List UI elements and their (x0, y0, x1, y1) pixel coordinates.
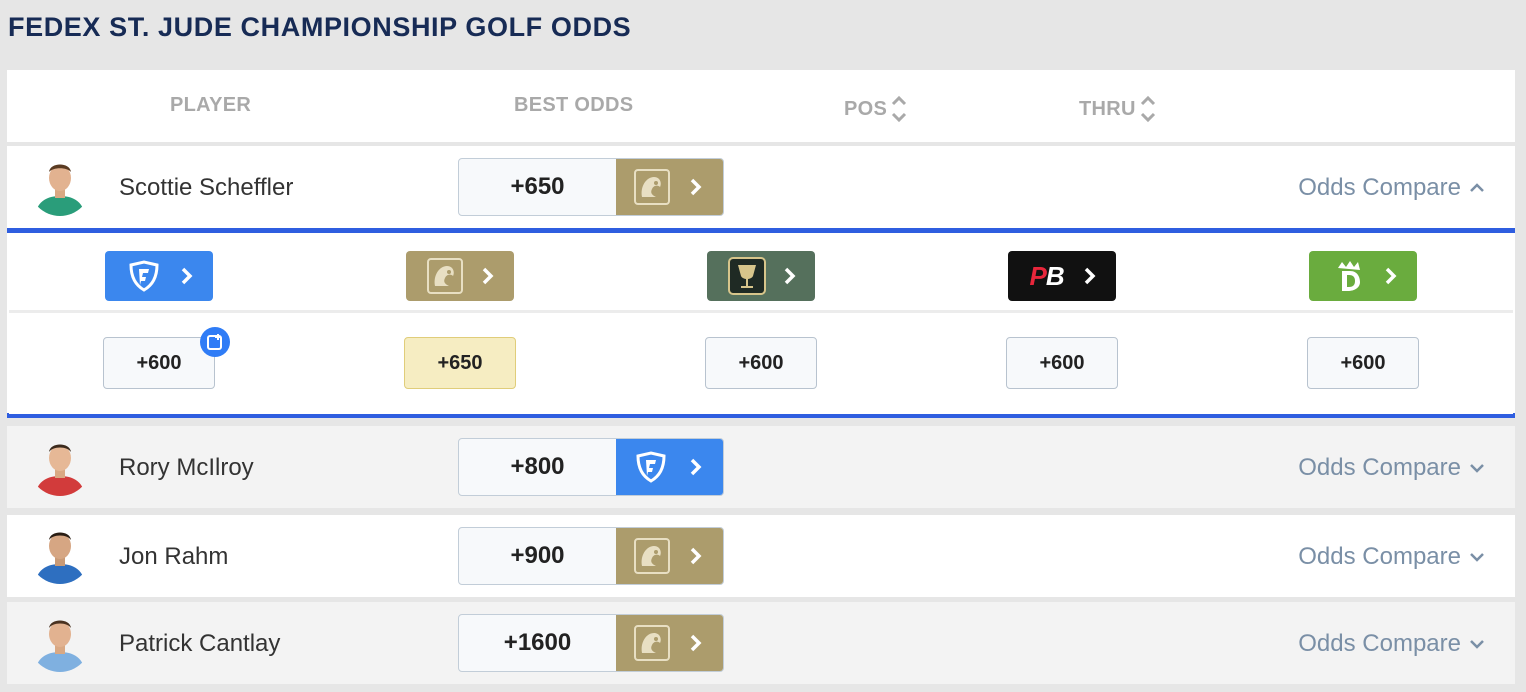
odds-compare-toggle[interactable]: Odds Compare (1298, 630, 1485, 658)
betmgm-book-link[interactable] (616, 615, 723, 671)
player-row[interactable]: Jon Rahm +900 Odds Compare (7, 515, 1515, 597)
chevron-right-icon (181, 267, 192, 285)
best-odds-value: +1600 (503, 629, 572, 656)
pointsbet-logo-icon: PB (1029, 260, 1064, 291)
best-odds-header-label: BEST ODDS (514, 94, 634, 116)
player-name[interactable]: Jon Rahm (119, 543, 228, 571)
add-bet-icon[interactable] (200, 327, 230, 357)
betmgm-lion-icon (633, 538, 670, 574)
chevron-right-icon (691, 178, 702, 196)
avatar (29, 154, 91, 216)
best-odds-value: +800 (510, 453, 565, 480)
odds-compare-toggle[interactable]: Odds Compare (1298, 174, 1485, 202)
draftkings-book-button[interactable] (1309, 251, 1417, 301)
odds-table: PLAYER BEST ODDS POS THRU Scottie Scheff… (7, 70, 1515, 692)
price-row: +600 +650 +600 +600 +600 (9, 316, 1513, 414)
sportsbook-row: PB (9, 235, 1513, 313)
player-row[interactable]: Scottie Scheffler +650 Odds Compare (7, 146, 1515, 228)
player-column-header: PLAYER (170, 94, 251, 117)
odds-compare-label: Odds Compare (1298, 630, 1461, 657)
avatar (29, 522, 91, 584)
odds-compare-label: Odds Compare (1298, 174, 1461, 201)
betmgm-lion-icon (633, 625, 670, 661)
pointsbet-price-button[interactable]: +600 (1006, 337, 1118, 389)
player-header-label: PLAYER (170, 94, 252, 116)
page-title: FEDEX ST. JUDE CHAMPIONSHIP GOLF ODDS (8, 12, 632, 42)
fanduel-shield-icon (636, 451, 666, 483)
caesars-goblet-icon (728, 257, 766, 295)
player-name[interactable]: Patrick Cantlay (119, 630, 280, 658)
odds-compare-label: Odds Compare (1298, 543, 1461, 570)
avatar (29, 434, 91, 496)
best-odds-button[interactable]: +900 (458, 527, 724, 585)
best-odds-column-header: BEST ODDS (514, 94, 633, 117)
chevron-down-icon (1470, 464, 1484, 473)
best-odds-value: +900 (510, 542, 565, 569)
fanduel-book-button[interactable] (105, 251, 213, 301)
chevron-right-icon (691, 547, 702, 565)
odds-compare-panel: PB +600 +650 +600 +600 +600 (7, 228, 1515, 418)
caesars-book-button[interactable] (707, 251, 815, 301)
betmgm-book-button[interactable] (406, 251, 514, 301)
chevron-right-icon (1084, 267, 1096, 285)
chevron-up-icon (1470, 183, 1484, 192)
chevron-down-icon (1470, 640, 1484, 649)
fanduel-book-link[interactable] (616, 439, 723, 495)
betmgm-lion-icon (633, 169, 670, 205)
draftkings-crown-icon (1338, 261, 1360, 291)
chevron-right-icon (691, 634, 702, 652)
fanduel-price-button[interactable]: +600 (103, 337, 215, 389)
thru-header-label: THRU (1079, 97, 1136, 120)
chevron-right-icon (690, 458, 702, 476)
pos-column-header[interactable]: POS (844, 94, 907, 124)
caesars-price-button[interactable]: +600 (705, 337, 817, 389)
chevron-down-icon (1470, 553, 1484, 562)
pos-header-label: POS (844, 97, 888, 120)
player-row[interactable]: Patrick Cantlay +1600 Odds Compare (7, 602, 1515, 684)
sort-icon[interactable] (891, 94, 907, 124)
chevron-right-icon (784, 267, 796, 285)
chevron-right-icon (482, 267, 494, 285)
odds-compare-label: Odds Compare (1298, 454, 1461, 481)
player-name[interactable]: Rory McIlroy (119, 454, 254, 482)
best-odds-button[interactable]: +1600 (458, 614, 724, 672)
player-name[interactable]: Scottie Scheffler (119, 174, 293, 202)
player-row[interactable]: Rory McIlroy +800 Odds Compare (7, 426, 1515, 508)
odds-compare-toggle[interactable]: Odds Compare (1298, 454, 1485, 482)
best-odds-button[interactable]: +650 (458, 158, 724, 216)
avatar (29, 610, 91, 672)
betmgm-book-link[interactable] (616, 528, 723, 584)
betmgm-book-link[interactable] (616, 159, 723, 215)
best-odds-button[interactable]: +800 (458, 438, 724, 496)
odds-compare-toggle[interactable]: Odds Compare (1298, 543, 1485, 571)
best-odds-value: +650 (510, 173, 565, 200)
betmgm-lion-icon (427, 258, 463, 294)
thru-column-header[interactable]: THRU (1079, 94, 1156, 124)
pointsbet-book-button[interactable]: PB (1008, 251, 1116, 301)
draftkings-price-button[interactable]: +600 (1307, 337, 1419, 389)
sort-icon[interactable] (1140, 94, 1156, 124)
fanduel-shield-icon (128, 260, 159, 292)
betmgm-price-button[interactable]: +650 (404, 337, 516, 389)
table-header: PLAYER BEST ODDS POS THRU (7, 70, 1515, 142)
chevron-right-icon (1385, 267, 1397, 285)
